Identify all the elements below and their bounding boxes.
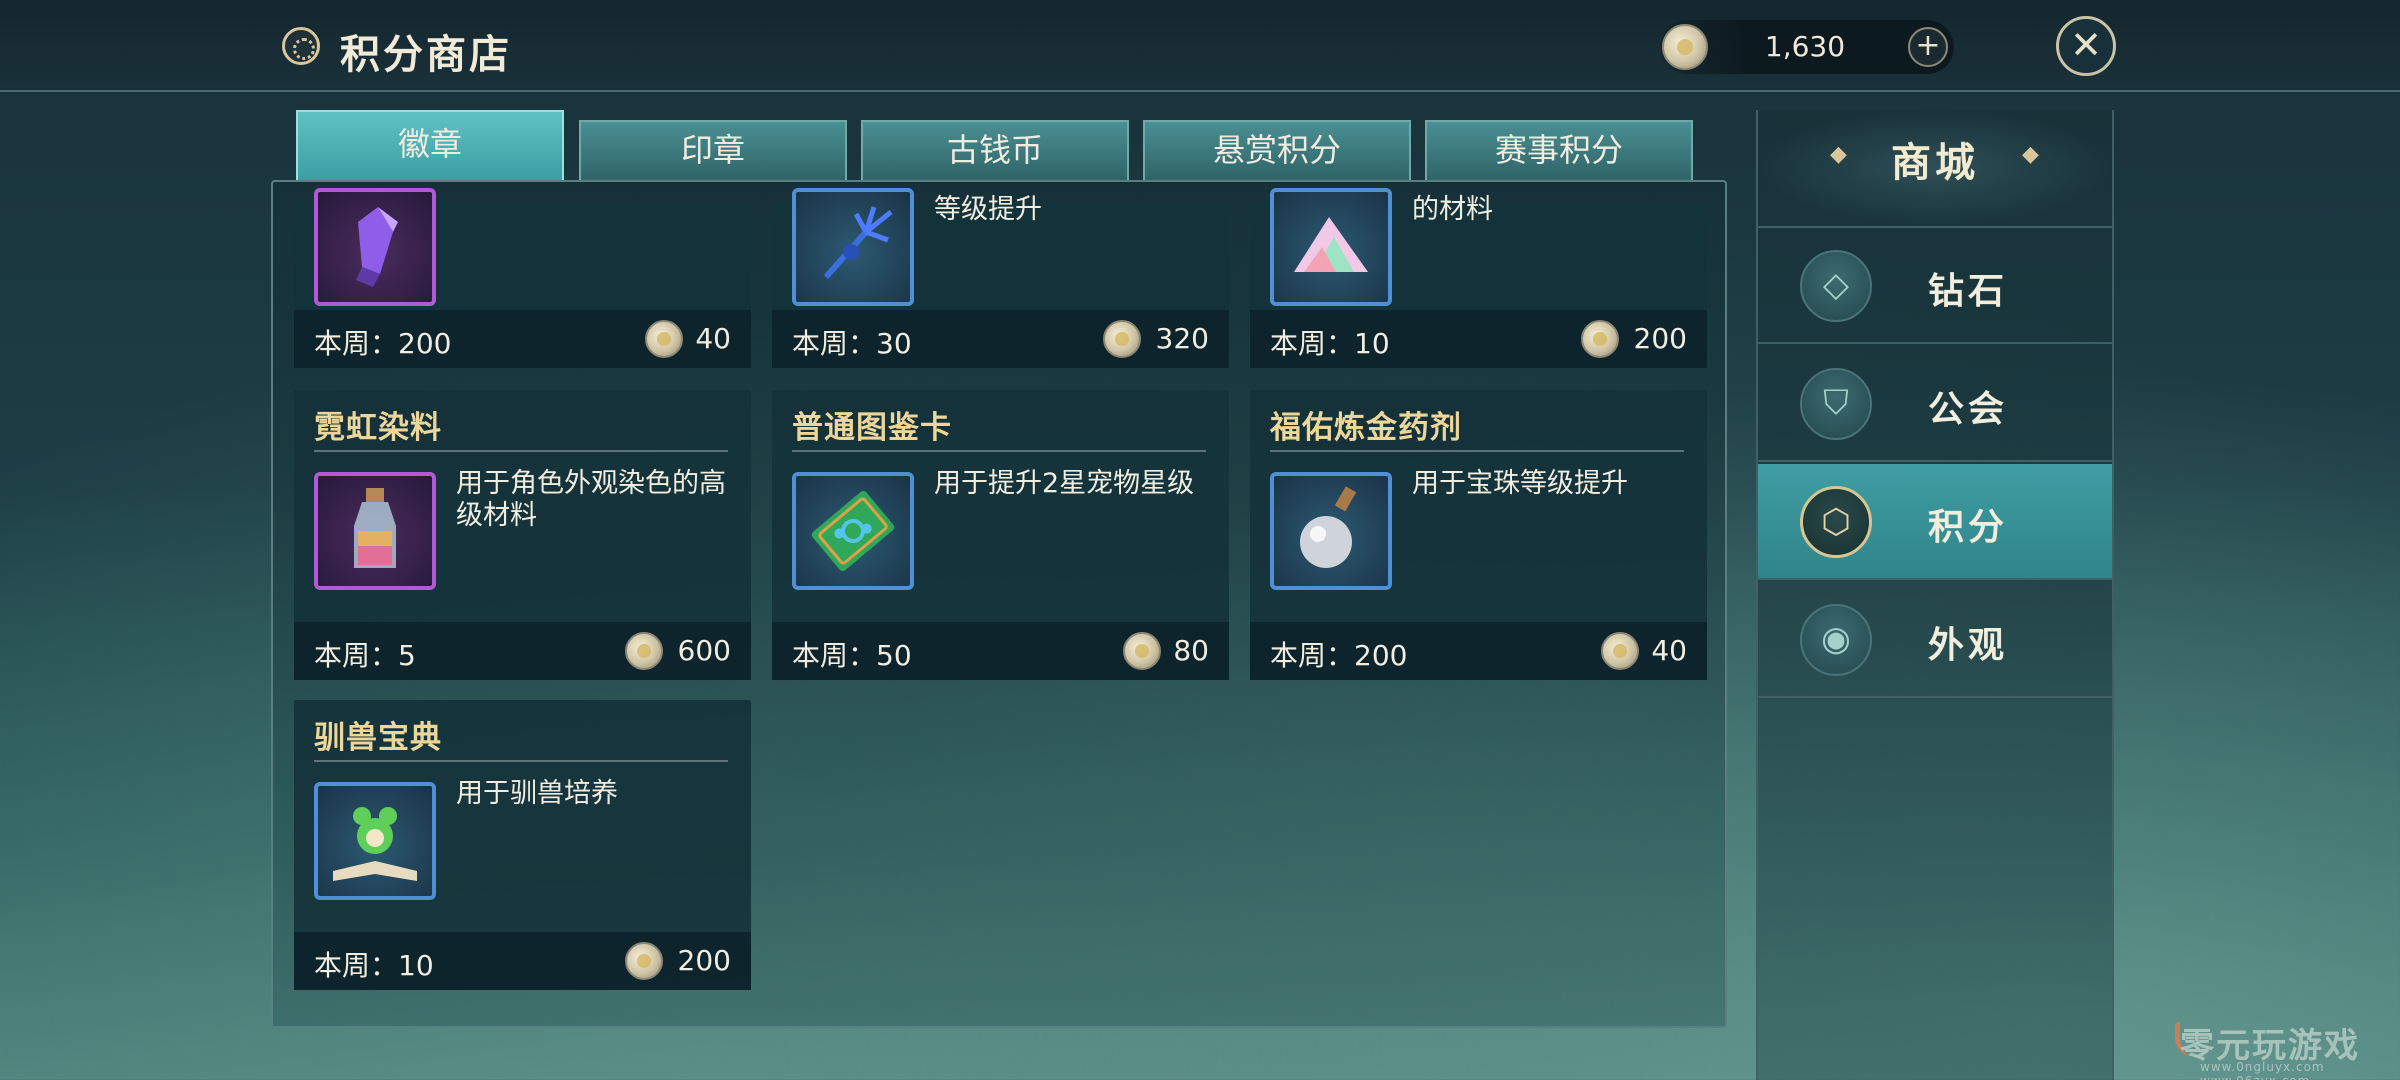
weekly-limit: 本周：5 (314, 639, 416, 672)
item-description: 的材料 (1412, 194, 1493, 225)
tab-bounty-points[interactable]: 悬赏积分 (1143, 120, 1411, 180)
coin-icon (625, 632, 663, 670)
item-price: 320 (1155, 322, 1209, 355)
card-footer: 本周：200 40 (294, 310, 751, 368)
shop-item-card[interactable]: 本周：200 40 (294, 188, 751, 368)
page-title: 积分商店 (340, 32, 512, 78)
divider (1270, 450, 1684, 452)
currency-display: 1,630 + (1660, 20, 1954, 74)
shop-emblem-icon (282, 27, 320, 65)
sidebar-item-label: 钻石 (1928, 271, 2009, 312)
sidebar-item-diamond[interactable]: ◇ 钻石 (1758, 228, 2112, 344)
card-footer: 本周：5 600 (294, 622, 751, 680)
item-price: 40 (695, 322, 731, 355)
divider (792, 450, 1206, 452)
item-description: 用于宝珠等级提升 (1412, 468, 1628, 499)
item-price: 40 (1651, 634, 1687, 667)
item-description: 等级提升 (934, 194, 1042, 225)
card-footer: 本周：200 40 (1250, 622, 1707, 680)
coin-icon (1103, 320, 1141, 358)
item-price: 80 (1173, 634, 1209, 667)
shop-item-card[interactable]: 普通图鉴卡 用于提升2星宠物星级 本周：50 80 (772, 390, 1229, 680)
coin-icon (1123, 632, 1161, 670)
points-hexagon-icon: ⬡ (1800, 486, 1872, 558)
item-price: 600 (677, 634, 731, 667)
shop-item-card[interactable]: 霓虹染料 用于角色外观染色的高级材料 本周：5 600 (294, 390, 751, 680)
item-price: 200 (1633, 322, 1687, 355)
item-name: 普通图鉴卡 (792, 410, 952, 446)
mall-title: 商城 (1891, 140, 1979, 186)
sidebar-item-label: 积分 (1928, 507, 2009, 548)
sidebar-item-points[interactable]: ⬡ 积分 (1758, 464, 2112, 580)
category-tabs: 徽章 印章 古钱币 悬赏积分 赛事积分 (296, 110, 1696, 180)
weekly-limit: 本周：10 (314, 949, 434, 982)
weekly-limit: 本周：200 (1270, 639, 1408, 672)
weekly-limit: 本周：30 (792, 327, 912, 360)
tab-event-points[interactable]: 赛事积分 (1425, 120, 1693, 180)
sidebar-item-appearance[interactable]: ◉ 外观 (1758, 582, 2112, 698)
beast-book-icon (314, 782, 436, 900)
coin-icon (1601, 632, 1639, 670)
tab-ancient-coin[interactable]: 古钱币 (861, 120, 1129, 180)
divider (314, 760, 728, 762)
rainbow-powder-icon (1270, 188, 1392, 306)
weekly-limit: 本周：200 (314, 327, 452, 360)
green-card-icon (792, 472, 914, 590)
potion-flask-icon (1270, 472, 1392, 590)
card-footer: 本周：30 320 (772, 310, 1229, 368)
mall-header: ◆ 商城 ◆ (1758, 110, 2112, 228)
sidebar-item-label: 外观 (1928, 625, 2009, 666)
coin-icon (1662, 24, 1708, 70)
shop-item-card[interactable]: 福佑炼金药剂 用于宝珠等级提升 本周：200 40 (1250, 390, 1707, 680)
currency-amount: 1,630 (1764, 30, 1846, 63)
tab-badge[interactable]: 徽章 (296, 110, 564, 180)
card-footer: 本周：50 80 (772, 622, 1229, 680)
mall-sidebar: ◆ 商城 ◆ ◇ 钻石 ⛉ 公会 ⬡ 积分 ◉ 外观 (1756, 110, 2114, 1080)
add-currency-button[interactable]: + (1908, 27, 1948, 67)
divider (314, 450, 728, 452)
appearance-eye-icon: ◉ (1800, 604, 1872, 676)
shop-item-card[interactable]: 等级提升 本周：30 320 (772, 188, 1229, 368)
item-description: 用于驯兽培养 (456, 778, 618, 809)
shop-item-card[interactable]: 驯兽宝典 用于驯兽培养 本周：10 200 (294, 700, 751, 990)
item-description: 用于提升2星宠物星级 (934, 468, 1195, 499)
diamond-ornament-icon: ◆ (2022, 142, 2039, 167)
card-footer: 本周：10 200 (294, 932, 751, 990)
coin-icon (625, 942, 663, 980)
weekly-limit: 本周：50 (792, 639, 912, 672)
sidebar-item-label: 公会 (1928, 389, 2009, 430)
top-bar: 积分商店 1,630 + ✕ (0, 0, 2400, 92)
item-description: 用于角色外观染色的高级材料 (456, 468, 726, 531)
weekly-limit: 本周：10 (1270, 327, 1390, 360)
tab-seal[interactable]: 印章 (579, 120, 847, 180)
guild-banner-icon: ⛉ (1800, 368, 1872, 440)
item-name: 霓虹染料 (314, 410, 442, 446)
item-name: 福佑炼金药剂 (1270, 410, 1462, 446)
item-price: 200 (677, 944, 731, 977)
watermark-url: www.0ngluyx.com www.06zyx.com (2200, 1060, 2325, 1080)
close-button[interactable]: ✕ (2056, 16, 2116, 76)
item-list-panel[interactable]: 本周：200 40 等级提升 本周：30 320 的材料 本周：10 200 霓… (271, 180, 1727, 1028)
diamond-icon: ◇ (1800, 250, 1872, 322)
coin-icon (1581, 320, 1619, 358)
sidebar-item-guild[interactable]: ⛉ 公会 (1758, 346, 2112, 462)
item-name: 驯兽宝典 (314, 720, 442, 756)
purple-crystal-icon (314, 188, 436, 306)
shop-item-card[interactable]: 的材料 本周：10 200 (1250, 188, 1707, 368)
card-footer: 本周：10 200 (1250, 310, 1707, 368)
blue-feather-icon (792, 188, 914, 306)
dye-bottle-icon (314, 472, 436, 590)
coin-icon (645, 320, 683, 358)
